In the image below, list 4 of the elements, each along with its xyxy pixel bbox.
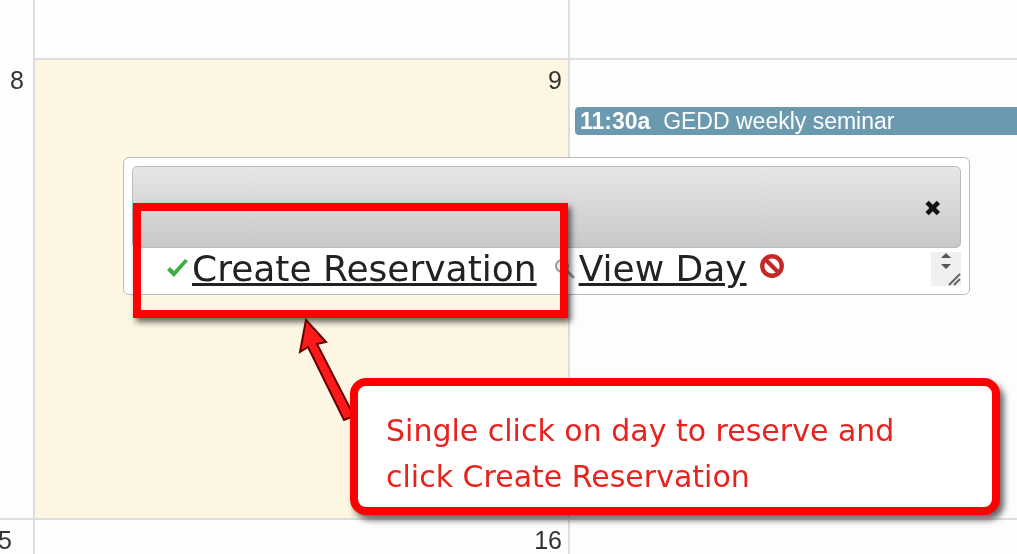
day-number: 8 [10,66,24,95]
day-number: 16 [534,526,562,554]
day-number: 9 [548,66,562,95]
callout-text: Single click on day to reserve and click Create Reservation [386,412,896,496]
